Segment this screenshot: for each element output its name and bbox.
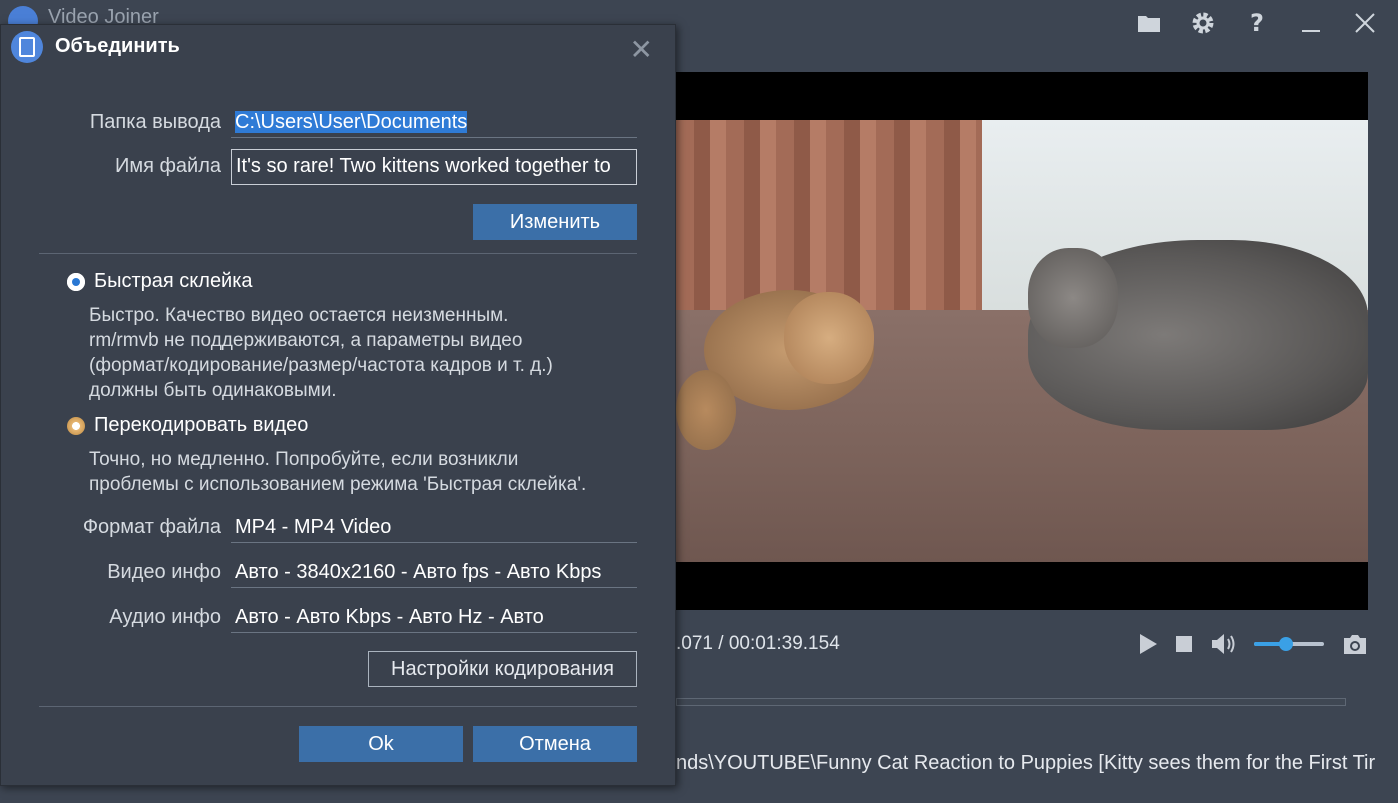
reencode-description: Точно, но медленно. Попробуйте, если воз…: [89, 447, 586, 497]
description-line: (формат/кодирование/размер/частота кадро…: [89, 355, 553, 376]
snapshot-icon[interactable]: [1342, 633, 1368, 655]
fast-join-label[interactable]: Быстрая склейка: [94, 270, 253, 293]
close-icon[interactable]: [1352, 10, 1378, 36]
description-line: Точно, но медленно. Попробуйте, если воз…: [89, 449, 519, 470]
video-info-field[interactable]: Авто - 3840x2160 - Авто fps - Авто Kbps: [231, 557, 637, 588]
player-controls: .071 / 00:01:39.154: [676, 628, 1368, 660]
join-dialog: Объединить ✕ Папка вывода C:\Users\User\…: [0, 24, 676, 786]
change-button[interactable]: Изменить: [473, 204, 637, 240]
filename-input[interactable]: It's so rare! Two kittens worked togethe…: [231, 149, 637, 185]
video-frame: [676, 120, 1368, 562]
cat-head-image: [1028, 248, 1118, 348]
encoding-settings-button[interactable]: Настройки кодирования: [368, 651, 637, 687]
description-line: rm/rmvb не поддерживаются, а параметры в…: [89, 330, 523, 351]
format-field[interactable]: MP4 - MP4 Video: [231, 512, 637, 543]
filename-label: Имя файла: [114, 155, 221, 177]
minimize-icon[interactable]: [1298, 10, 1324, 36]
puppy-head-image: [784, 292, 874, 384]
fast-join-description: Быстро. Качество видео остается неизменн…: [89, 303, 553, 403]
reencode-label[interactable]: Перекодировать видео: [94, 414, 308, 437]
divider: [39, 706, 637, 707]
help-icon[interactable]: ?: [1244, 9, 1270, 37]
play-icon[interactable]: [1138, 633, 1158, 655]
dialog-title: Объединить: [55, 35, 180, 57]
window-toolbar: ?: [1136, 9, 1378, 37]
file-path: nds\YOUTUBE\Funny Cat Reaction to Puppie…: [676, 752, 1376, 774]
fast-join-radio[interactable]: [67, 273, 85, 291]
output-folder-value: C:\Users\User\Documents: [235, 111, 468, 133]
reencode-radio[interactable]: [67, 417, 85, 435]
volume-slider[interactable]: [1254, 637, 1324, 651]
timeline-bar[interactable]: [676, 698, 1346, 706]
stop-icon[interactable]: [1176, 636, 1192, 652]
ok-button[interactable]: Ok: [299, 726, 463, 762]
video-preview[interactable]: [676, 72, 1368, 610]
output-folder-label: Папка вывода: [89, 111, 221, 133]
output-folder-field[interactable]: C:\Users\User\Documents: [231, 107, 637, 138]
divider: [39, 253, 637, 254]
time-readout: .071 / 00:01:39.154: [676, 633, 840, 654]
folder-icon[interactable]: [1136, 10, 1162, 36]
description-line: Быстро. Качество видео остается неизменн…: [89, 305, 509, 326]
description-line: проблемы с использованием режима 'Быстра…: [89, 474, 587, 495]
format-label: Формат файла: [82, 516, 221, 538]
description-line: должны быть одинаковыми.: [89, 380, 337, 401]
close-icon[interactable]: ✕: [630, 33, 653, 66]
audio-info-field[interactable]: Авто - Авто Kbps - Авто Hz - Авто: [231, 602, 637, 633]
gear-icon[interactable]: [1190, 10, 1216, 36]
second-puppy-image: [676, 370, 736, 450]
volume-icon[interactable]: [1210, 632, 1236, 656]
cancel-button[interactable]: Отмена: [473, 726, 637, 762]
dialog-app-icon: [11, 31, 43, 63]
audio-info-label: Аудио инфо: [109, 606, 221, 628]
video-info-label: Видео инфо: [107, 561, 221, 583]
